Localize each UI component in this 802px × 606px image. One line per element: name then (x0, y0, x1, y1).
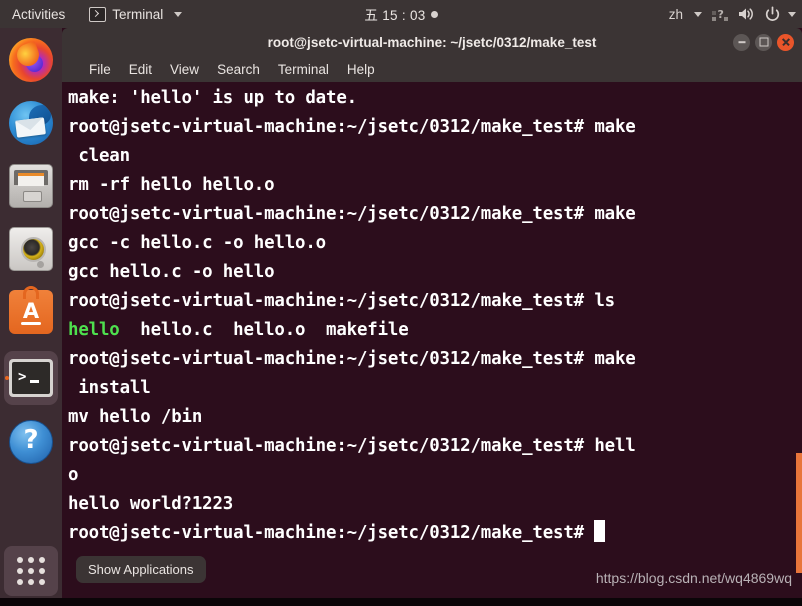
desktop-screen: Activities Terminal 五 15 : 03 zh ? A > ?… (0, 0, 802, 606)
files-icon (9, 164, 53, 208)
chevron-down-icon (174, 11, 183, 17)
show-applications-button[interactable] (4, 546, 58, 596)
terminal-text-segment: root@jsetc-virtual-machine:~/jsetc/0312/… (68, 117, 636, 137)
language-indicator[interactable]: zh (665, 0, 687, 28)
terminal-line: root@jsetc-virtual-machine:~/jsetc/0312/… (68, 113, 802, 142)
dock-item-help[interactable]: ? (9, 420, 53, 464)
menu-item-view[interactable]: View (161, 60, 208, 79)
window-controls (733, 28, 794, 56)
thunderbird-icon (9, 101, 53, 145)
terminal-text-segment: make: 'hello' is up to date. (68, 88, 357, 108)
firefox-icon (9, 38, 53, 82)
terminal-line: gcc -c hello.c -o hello.o (68, 229, 802, 258)
terminal-line: clean (68, 142, 802, 171)
terminal-line: o (68, 461, 802, 490)
terminal-scrollbar[interactable] (796, 453, 802, 573)
chevron-down-icon[interactable] (788, 11, 796, 17)
dock-item-rhythmbox[interactable] (9, 227, 53, 271)
power-icon[interactable] (764, 5, 781, 23)
terminal-line: root@jsetc-virtual-machine:~/jsetc/0312/… (68, 432, 802, 461)
terminal-text-segment: gcc -c hello.c -o hello.o (68, 233, 327, 253)
terminal-text-segment: root@jsetc-virtual-machine:~/jsetc/0312/… (68, 349, 636, 369)
terminal-line: make: 'hello' is up to date. (68, 84, 802, 113)
terminal-line: hello hello.c hello.o makefile (68, 316, 802, 345)
app-menu-label: Terminal (112, 6, 164, 22)
terminal-text-segment: o (68, 465, 79, 485)
menu-bar: File Edit View Search Terminal Help (62, 56, 802, 82)
terminal-line: install (68, 374, 802, 403)
language-label: zh (668, 6, 683, 22)
terminal-text-segment: root@jsetc-virtual-machine:~/jsetc/0312/… (68, 204, 636, 224)
app-menu-button[interactable]: Terminal (82, 0, 189, 28)
terminal-output: make: 'hello' is up to date. root@jsetc-v… (68, 84, 802, 548)
dock: A > ? (0, 28, 62, 606)
dock-item-terminal[interactable]: > (4, 351, 58, 405)
close-button[interactable] (777, 33, 794, 51)
menu-item-terminal[interactable]: Terminal (269, 60, 338, 79)
dock-item-firefox[interactable] (9, 38, 53, 82)
grid-icon (17, 557, 45, 585)
terminal-body[interactable]: make: 'hello' is up to date. root@jsetc-v… (62, 82, 802, 573)
terminal-text-segment: clean (68, 146, 130, 166)
terminal-dock-icon: > (9, 359, 53, 397)
minimize-button[interactable] (733, 33, 750, 51)
rhythmbox-icon (9, 227, 53, 271)
screen-bottom-edge (0, 598, 802, 606)
terminal-text-segment: rm -rf hello hello.o (68, 175, 275, 195)
terminal-line: mv hello /bin (68, 403, 802, 432)
menu-item-file[interactable]: File (80, 60, 120, 79)
title-bar[interactable]: root@jsetc-virtual-machine: ~/jsetc/0312… (62, 28, 802, 56)
activities-label: Activities (12, 6, 66, 22)
terminal-text-segment: gcc hello.c -o hello (68, 262, 275, 282)
terminal-line: root@jsetc-virtual-machine:~/jsetc/0312/… (68, 345, 802, 374)
ubuntu-software-icon: A (9, 286, 53, 334)
top-bar: Activities Terminal 五 15 : 03 zh ? (0, 0, 802, 28)
terminal-icon (89, 6, 107, 22)
volume-icon[interactable] (737, 6, 755, 22)
terminal-text-segment: hello world?1223 (68, 494, 234, 514)
network-icon[interactable]: ? (712, 7, 729, 22)
system-status-area: zh ? (665, 0, 796, 28)
help-icon: ? (9, 420, 53, 464)
window-title: root@jsetc-virtual-machine: ~/jsetc/0312… (267, 34, 597, 50)
terminal-line: rm -rf hello hello.o (68, 171, 802, 200)
terminal-line: gcc hello.c -o hello (68, 258, 802, 287)
terminal-line: root@jsetc-virtual-machine:~/jsetc/0312/… (68, 200, 802, 229)
terminal-text-segment: hello (68, 320, 120, 340)
dock-item-ubuntu-software[interactable]: A (9, 286, 53, 334)
show-applications-tooltip: Show Applications (76, 556, 206, 583)
terminal-window: root@jsetc-virtual-machine: ~/jsetc/0312… (62, 28, 802, 573)
clock-label[interactable]: 五 15 : 03 (364, 4, 425, 24)
terminal-text-segment: mv hello /bin (68, 407, 203, 427)
terminal-text-segment: root@jsetc-virtual-machine:~/jsetc/0312/… (68, 436, 636, 456)
dock-item-thunderbird[interactable] (9, 101, 53, 145)
terminal-text-segment: root@jsetc-virtual-machine:~/jsetc/0312/… (68, 523, 595, 543)
terminal-text-segment: install (68, 378, 151, 398)
dock-item-files[interactable] (9, 164, 53, 208)
terminal-text-segment: hello.c hello.o makefile (119, 320, 409, 340)
chevron-down-icon[interactable] (694, 11, 702, 17)
maximize-button[interactable] (755, 33, 772, 51)
menu-item-edit[interactable]: Edit (120, 60, 161, 79)
terminal-line: root@jsetc-virtual-machine:~/jsetc/0312/… (68, 287, 802, 316)
terminal-line: hello world?1223 (68, 490, 802, 519)
terminal-line: root@jsetc-virtual-machine:~/jsetc/0312/… (68, 519, 802, 548)
menu-item-search[interactable]: Search (208, 60, 269, 79)
menu-item-help[interactable]: Help (338, 60, 384, 79)
terminal-cursor (594, 520, 606, 542)
notification-dot-icon (430, 10, 438, 18)
svg-text:?: ? (718, 8, 724, 21)
activities-button[interactable]: Activities (5, 0, 72, 28)
terminal-text-segment: root@jsetc-virtual-machine:~/jsetc/0312/… (68, 291, 615, 311)
